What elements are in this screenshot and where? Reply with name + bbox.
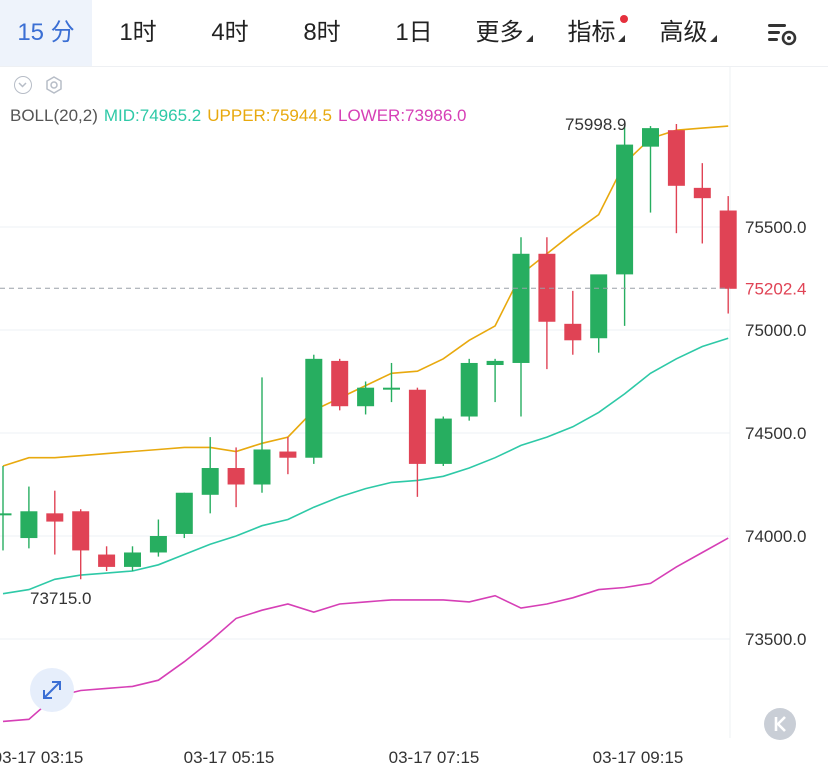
candle-body (253, 449, 271, 485)
timeframe-toolbar: 15 分 1时 4时 8时 1日 更多 指标 高级 (0, 0, 828, 67)
k-button-icon[interactable] (764, 708, 796, 740)
x-tick-label: 03-17 03:15 (0, 748, 83, 767)
candle-body (331, 360, 349, 407)
low-price-label: 73715.0 (30, 589, 91, 608)
tab-indicators[interactable]: 指标 (560, 0, 632, 66)
tab-label: 8时 (303, 19, 341, 46)
y-tick-label: 75000.0 (745, 321, 806, 340)
candle-body (201, 468, 219, 495)
dropdown-triangle-icon (709, 35, 717, 42)
candle-body (564, 323, 582, 341)
candle-body (512, 253, 530, 363)
candle-body (434, 418, 452, 464)
y-tick-label: 73500.0 (745, 630, 806, 649)
tab-label: 1时 (119, 19, 157, 46)
candle-body (175, 492, 193, 534)
tab-label: 高级 (659, 19, 708, 46)
x-tick-label: 03-17 09:15 (593, 748, 684, 767)
candle-body (227, 468, 245, 485)
candle-body (149, 536, 167, 553)
y-tick-label: 74000.0 (745, 527, 806, 546)
tab-advanced[interactable]: 高级 (652, 0, 724, 66)
x-tick-label: 03-17 05:15 (184, 748, 275, 767)
candle-body (98, 554, 116, 567)
tab-more[interactable]: 更多 (468, 0, 540, 66)
current-price-label: 75202.4 (745, 279, 806, 298)
y-tick-label: 74500.0 (745, 424, 806, 443)
tab-label: 1日 (395, 19, 433, 46)
candle-body (590, 274, 608, 339)
dropdown-triangle-icon (525, 35, 533, 42)
candle-body (460, 362, 478, 417)
candle-body (357, 387, 375, 407)
dropdown-triangle-icon (617, 35, 625, 42)
tab-4h[interactable]: 4时 (192, 0, 268, 66)
high-price-label: 75998.9 (565, 115, 626, 134)
candle-body (0, 513, 12, 516)
candlestick-chart[interactable]: 75500.0 75000.0 74500.0 74000.0 73500.0 03-17… (0, 66, 828, 768)
candle-body (408, 389, 426, 464)
candle-body (124, 552, 141, 567)
candle-body (20, 511, 38, 539)
candle-body (305, 358, 323, 458)
expand-arrows-icon[interactable] (30, 668, 74, 712)
tab-1d[interactable]: 1日 (376, 0, 452, 66)
tab-label: 15 分 (17, 19, 75, 46)
candle-body (693, 187, 711, 199)
y-tick-label: 75500.0 (745, 218, 806, 237)
candle-body (279, 451, 297, 458)
candle-body (72, 511, 90, 551)
candle-body (719, 210, 737, 289)
candle-body (486, 360, 504, 366)
candle-body (383, 387, 400, 390)
tab-label: 更多 (475, 19, 524, 46)
candle-body (46, 513, 64, 522)
tab-1h[interactable]: 1时 (100, 0, 176, 66)
candle-body (616, 144, 634, 275)
tab-label: 4时 (211, 19, 249, 46)
notification-dot-icon (620, 15, 628, 23)
candle-body (538, 253, 556, 322)
x-tick-label: 03-17 07:15 (389, 748, 480, 767)
tab-15m[interactable]: 15 分 (0, 0, 92, 66)
tab-label: 指标 (567, 19, 616, 46)
tab-8h[interactable]: 8时 (284, 0, 360, 66)
candle-body (642, 128, 659, 147)
chart-settings-icon[interactable] (764, 18, 800, 48)
candle-body (667, 130, 685, 186)
